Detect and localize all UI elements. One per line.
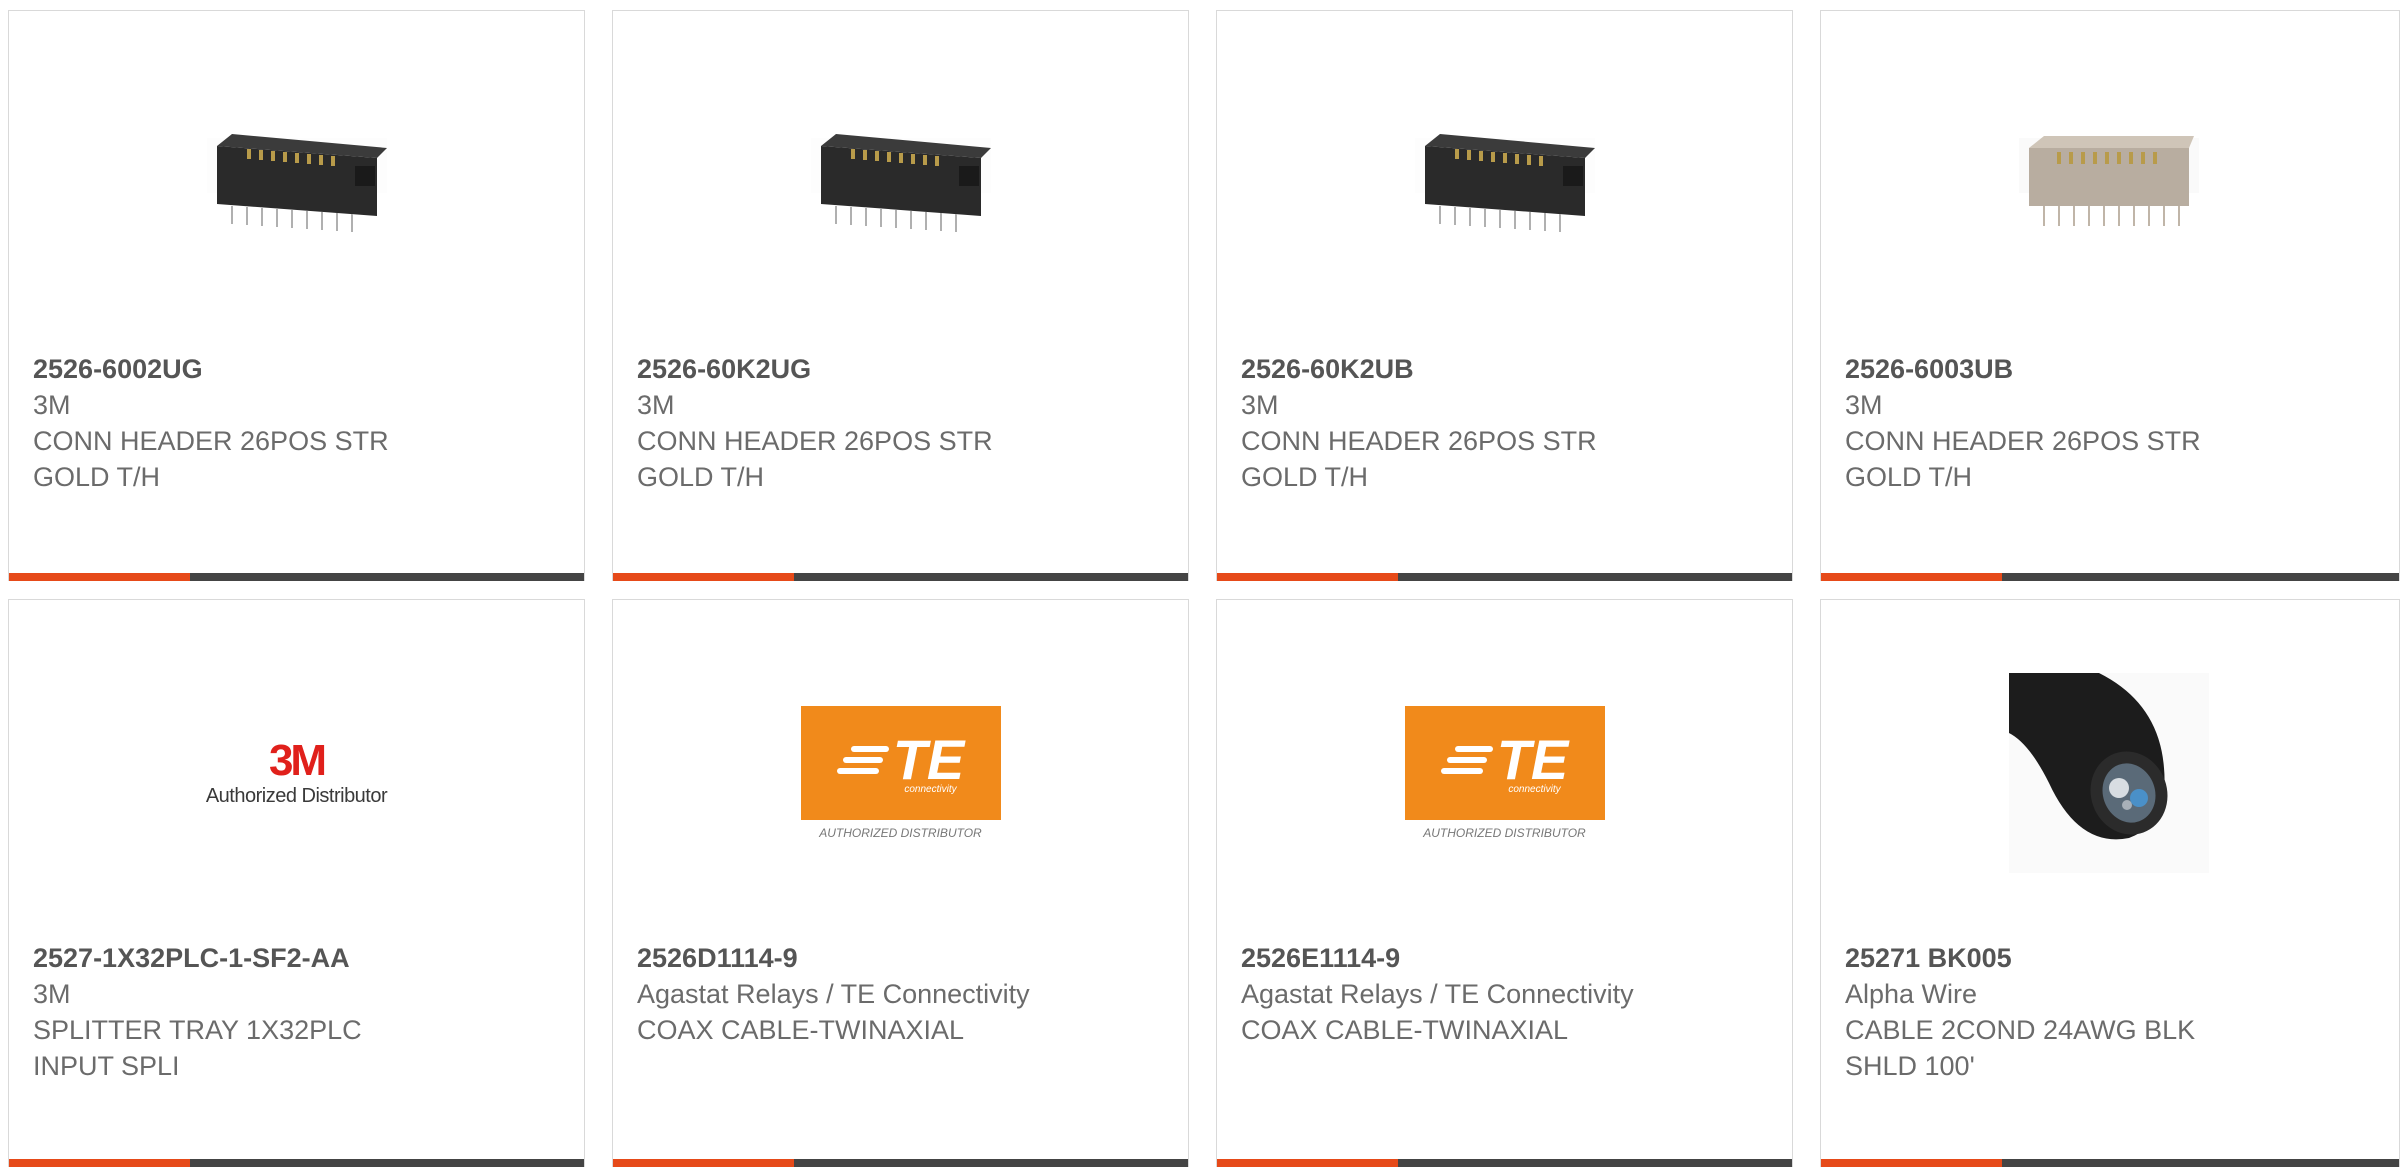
- product-card[interactable]: 25271 BK005 Alpha Wire CABLE 2COND 24AWG…: [1820, 599, 2400, 1167]
- card-bottom-bar: [613, 573, 1188, 581]
- part-number[interactable]: 2527-1X32PLC-1-SF2-AA: [33, 940, 564, 976]
- logo-text: AUTHORIZED DISTRIBUTOR: [819, 826, 982, 840]
- logo-text: Authorized Distributor: [205, 784, 388, 807]
- description-line: GOLD T/H: [637, 462, 765, 492]
- description-line: SHLD 100': [1845, 1051, 1975, 1081]
- card-accent: [613, 573, 794, 581]
- part-number[interactable]: 25271 BK005: [1845, 940, 2379, 976]
- card-accent: [1821, 573, 2002, 581]
- te-logo-box: TE connectivity: [800, 706, 1001, 820]
- description-line: CONN HEADER 26POS STR: [33, 426, 389, 456]
- part-number[interactable]: 2526-6003UB: [1845, 351, 2379, 387]
- card-bottom-bar: [613, 1159, 1188, 1167]
- description-line: CABLE 2COND 24AWG BLK: [1845, 1015, 2196, 1045]
- card-bottom-bar: [9, 573, 584, 581]
- te-logo-sub: connectivity: [904, 783, 957, 795]
- part-number[interactable]: 2526E1114-9: [1241, 940, 1772, 976]
- manufacturer: Agastat Relays / TE Connectivity: [1241, 979, 1634, 1009]
- manufacturer: Agastat Relays / TE Connectivity: [637, 979, 1030, 1009]
- te-logo-mark: TE: [892, 727, 965, 791]
- header-black-connector-image: [197, 86, 397, 286]
- description-line: COAX CABLE-TWINAXIAL: [1241, 1015, 1569, 1045]
- header-black-connector-image: [801, 86, 1001, 286]
- product-info: 25271 BK005 Alpha Wire CABLE 2COND 24AWG…: [1845, 940, 2379, 1084]
- description-line: INPUT SPLI: [33, 1051, 180, 1081]
- product-card[interactable]: 2526-60K2UB 3M CONN HEADER 26POS STR GOL…: [1216, 10, 1793, 581]
- manufacturer: 3M: [1241, 390, 1279, 420]
- manufacturer: Alpha Wire: [1845, 979, 1978, 1009]
- description-line: GOLD T/H: [1845, 462, 1973, 492]
- te-stripes-icon: [836, 745, 889, 774]
- description-line: GOLD T/H: [33, 462, 161, 492]
- product-card[interactable]: TE connectivity AUTHORIZED DISTRIBUTOR 2…: [612, 599, 1189, 1167]
- product-card[interactable]: 3M Authorized Distributor 2527-1X32PLC-1…: [8, 599, 585, 1167]
- header-gray-connector-image: [2009, 86, 2209, 286]
- product-info: 2526D1114-9 Agastat Relays / TE Connecti…: [637, 940, 1168, 1048]
- card-bottom-bar: [1821, 1159, 2399, 1167]
- part-number[interactable]: 2526-6002UG: [33, 351, 564, 387]
- te-logo-box: TE connectivity: [1404, 706, 1605, 820]
- manufacturer: 3M: [33, 390, 71, 420]
- part-number[interactable]: 2526D1114-9: [637, 940, 1168, 976]
- product-grid: 2526-6002UG 3M CONN HEADER 26POS STR GOL…: [0, 0, 2400, 1167]
- header-black-connector-image: [1405, 86, 1605, 286]
- te-logo-sub: connectivity: [1508, 783, 1561, 795]
- te-stripes-icon: [1440, 745, 1493, 774]
- product-card[interactable]: 2526-60K2UG 3M CONN HEADER 26POS STR GOL…: [612, 10, 1189, 581]
- description-line: SPLITTER TRAY 1X32PLC: [33, 1015, 362, 1045]
- description-line: CONN HEADER 26POS STR: [637, 426, 993, 456]
- card-accent: [613, 1159, 794, 1167]
- card-bottom-bar: [1217, 573, 1792, 581]
- product-info: 2526E1114-9 Agastat Relays / TE Connecti…: [1241, 940, 1772, 1048]
- card-accent: [1217, 1159, 1398, 1167]
- card-bottom-bar: [1217, 1159, 1792, 1167]
- card-accent: [1217, 573, 1398, 581]
- te-authorized-logo: TE connectivity AUTHORIZED DISTRIBUTOR: [800, 673, 1001, 873]
- card-accent: [1821, 1159, 2002, 1167]
- logo-text: AUTHORIZED DISTRIBUTOR: [1423, 826, 1586, 840]
- card-accent: [9, 1159, 190, 1167]
- manufacturer: 3M: [33, 979, 71, 1009]
- product-info: 2526-60K2UG 3M CONN HEADER 26POS STR GOL…: [637, 351, 1168, 495]
- description-line: COAX CABLE-TWINAXIAL: [637, 1015, 965, 1045]
- product-info: 2526-6003UB 3M CONN HEADER 26POS STR GOL…: [1845, 351, 2379, 495]
- 3m-authorized-logo: 3M Authorized Distributor: [197, 673, 397, 873]
- 3m-logo-mark: 3M: [268, 735, 327, 785]
- card-bottom-bar: [9, 1159, 584, 1167]
- te-logo-mark: TE: [1496, 727, 1569, 791]
- black-cable-image: [2009, 673, 2209, 873]
- description-line: CONN HEADER 26POS STR: [1845, 426, 2201, 456]
- manufacturer: 3M: [1845, 390, 1883, 420]
- description-line: CONN HEADER 26POS STR: [1241, 426, 1597, 456]
- part-number[interactable]: 2526-60K2UG: [637, 351, 1168, 387]
- product-info: 2527-1X32PLC-1-SF2-AA 3M SPLITTER TRAY 1…: [33, 940, 564, 1084]
- product-card[interactable]: 2526-6003UB 3M CONN HEADER 26POS STR GOL…: [1820, 10, 2400, 581]
- manufacturer: 3M: [637, 390, 675, 420]
- product-info: 2526-6002UG 3M CONN HEADER 26POS STR GOL…: [33, 351, 564, 495]
- part-number[interactable]: 2526-60K2UB: [1241, 351, 1772, 387]
- product-card[interactable]: 2526-6002UG 3M CONN HEADER 26POS STR GOL…: [8, 10, 585, 581]
- product-card[interactable]: TE connectivity AUTHORIZED DISTRIBUTOR 2…: [1216, 599, 1793, 1167]
- card-bottom-bar: [1821, 573, 2399, 581]
- card-accent: [9, 573, 190, 581]
- product-info: 2526-60K2UB 3M CONN HEADER 26POS STR GOL…: [1241, 351, 1772, 495]
- te-authorized-logo: TE connectivity AUTHORIZED DISTRIBUTOR: [1404, 673, 1605, 873]
- description-line: GOLD T/H: [1241, 462, 1369, 492]
